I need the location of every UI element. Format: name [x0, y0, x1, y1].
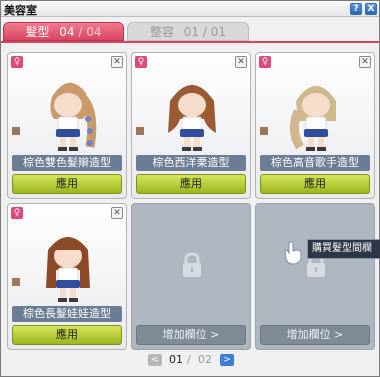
female-icon: ♀: [259, 56, 271, 68]
apply-button[interactable]: 應用: [136, 174, 246, 194]
tab-face-label: 整容: [149, 25, 174, 39]
tooltip: 購買髮型間欄: [307, 239, 380, 259]
apply-button[interactable]: 應用: [12, 325, 122, 345]
lock-icon: [183, 252, 201, 277]
locked-slot-2: 增加欄位 >: [255, 203, 375, 350]
slot-name: 棕色長髮娃娃造型: [12, 306, 122, 322]
tab-hair-label: 髮型: [25, 25, 50, 39]
delete-slot-button[interactable]: ✕: [235, 56, 247, 68]
tab-hair-count: 04: [59, 25, 75, 39]
window-title: 美容室: [4, 4, 37, 17]
titlebar[interactable]: 美容室 ? X: [1, 1, 379, 17]
avatar-preview: [168, 85, 216, 151]
apply-button[interactable]: 應用: [12, 174, 122, 194]
add-slot-button[interactable]: 增加欄位 >: [136, 325, 246, 345]
slot-name: 棕色高音歌手造型: [260, 155, 370, 171]
color-swatch: [12, 127, 20, 135]
female-icon: ♀: [11, 56, 23, 68]
female-icon: ♀: [135, 56, 147, 68]
hair-slot-2[interactable]: ♀ ✕ 棕色西洋栗造型 應用: [131, 52, 251, 199]
add-slot-button[interactable]: 增加欄位 >: [260, 325, 370, 345]
delete-slot-button[interactable]: ✕: [111, 207, 123, 219]
tab-face-count: 01: [183, 25, 200, 39]
prev-page-button[interactable]: <: [148, 354, 162, 366]
help-button[interactable]: ?: [350, 3, 362, 15]
female-icon: ♀: [11, 207, 23, 219]
beauty-salon-window: 美容室 ? X 髮型 04 / 04 整容 01 / 01 ♀ ✕ 棕色雙色髮辮…: [0, 0, 380, 377]
color-swatch: [136, 127, 144, 135]
hand-cursor-icon: [284, 241, 302, 265]
tab-face[interactable]: 整容 01 / 01: [127, 22, 249, 41]
avatar-preview: [50, 82, 97, 151]
locked-slot-1: 增加欄位 >: [131, 203, 251, 350]
color-swatch: [260, 127, 268, 135]
hair-slot-4[interactable]: ♀ ✕ 棕色長髮娃娃造型 應用: [7, 203, 127, 350]
total-pages: 02: [198, 353, 212, 366]
tab-face-max: / 01: [202, 25, 227, 39]
slot-name: 棕色西洋栗造型: [136, 155, 246, 171]
current-page: 01: [169, 353, 183, 366]
tab-hair-max: / 04: [78, 25, 102, 39]
close-button[interactable]: X: [365, 3, 377, 15]
delete-slot-button[interactable]: ✕: [359, 56, 371, 68]
avatar-preview: [290, 86, 336, 151]
avatar-preview: [46, 237, 90, 302]
delete-slot-button[interactable]: ✕: [111, 56, 123, 68]
next-page-button[interactable]: >: [220, 354, 234, 366]
pagination: < 01 / 02 >: [1, 353, 379, 369]
apply-button[interactable]: 應用: [260, 174, 370, 194]
tab-hair[interactable]: 髮型 04 / 04: [3, 22, 124, 41]
hair-slot-3[interactable]: ♀ ✕ 棕色高音歌手造型 應用: [255, 52, 375, 199]
color-swatch: [12, 278, 20, 286]
slot-name: 棕色雙色髮辮造型: [12, 155, 122, 171]
tab-underline: [1, 41, 379, 43]
page-separator: /: [187, 353, 191, 366]
hair-slot-1[interactable]: ♀ ✕ 棕色雙色髮辮造型 應用: [7, 52, 127, 199]
